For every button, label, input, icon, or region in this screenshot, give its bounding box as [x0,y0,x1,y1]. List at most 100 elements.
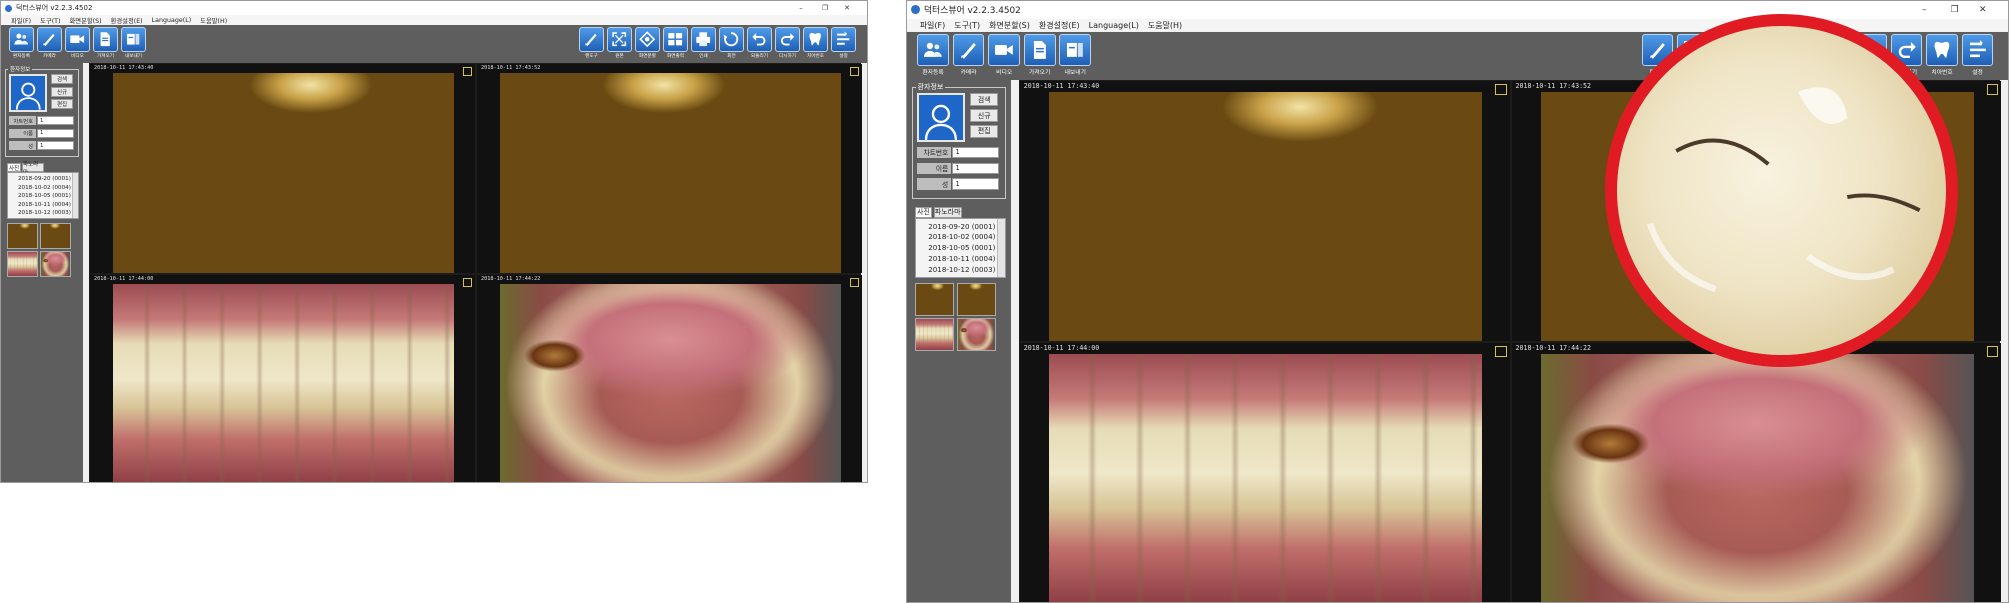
list-item[interactable]: 2018-10-02 (0004) [928,232,1005,243]
tab-panorama[interactable]: 파노라마 [22,162,44,176]
toolbar-button-video[interactable]: 비디오 [988,34,1021,76]
photo-thumbnail[interactable] [7,251,38,277]
menu-item[interactable]: 파일(F) [920,20,946,31]
selection-marker[interactable] [850,277,859,287]
viewer-cell[interactable]: 2018-10-11 17:44:22 [1511,342,2002,602]
photo-thumbnail[interactable] [7,223,38,249]
toolbar-button-patient[interactable]: 환자등록 [917,34,949,76]
photo-thumbnail[interactable] [914,318,954,352]
toolbar-button-tooth[interactable]: 치아번호 [1926,34,1958,76]
list-item[interactable]: 2018-10-12 (0003) [928,265,1005,276]
maximize-button[interactable]: ❐ [1945,1,1965,19]
menu-item[interactable]: 도구(T) [954,20,980,31]
patient-info-group: 환자정보 검색 신규 편집 차트번호 1 이름 1 성 1 [5,65,79,157]
toolbar-button-patient[interactable]: 환자등록 [9,27,34,59]
new-patient-button[interactable]: 신규 [51,86,73,97]
patient-field-input[interactable]: 1 [37,116,74,125]
photo-thumbnail[interactable] [914,282,954,316]
toolbar-button-pen[interactable]: 카메라 [37,27,62,59]
selection-marker[interactable] [463,67,472,76]
close-button[interactable]: ✕ [839,1,855,15]
toolbar-button-settings[interactable]: 설정 [1961,34,1994,76]
viewer-cell[interactable]: 2018-10-11 17:44:22 [477,274,862,482]
toolbar-button-grid[interactable]: 화면출력 [663,27,688,59]
edit-patient-button[interactable]: 편집 [51,99,73,109]
photo-thumbnail[interactable] [40,251,71,277]
menu-item[interactable]: 도움말(H) [200,16,227,25]
toolbar-button-tooth[interactable]: 치아번호 [803,27,828,59]
toolbar-button-pen[interactable]: 카메라 [952,34,985,77]
tab-panorama[interactable]: 파노라마 [933,206,962,219]
patient-field-input[interactable]: 1 [952,178,1000,190]
menu-item[interactable]: Language(L) [152,17,192,24]
minimize-button[interactable]: – [793,1,809,15]
patient-field-input[interactable]: 1 [37,141,74,150]
list-item[interactable]: 2018-10-11 (0004) [18,201,78,210]
tab-photos[interactable]: 사진 [7,163,21,172]
toolbar-button-pen[interactable]: 펜도구 [579,27,604,59]
toolbar-button-settings[interactable]: 설정 [831,27,856,59]
toolbar-button-fullscreen[interactable]: 원본 [607,27,632,59]
menu-item[interactable]: 환경설정(E) [111,16,143,25]
list-item[interactable]: 2018-09-20 (0001) [928,222,1005,233]
toolbar-button-split[interactable]: 화면분할 [635,27,660,59]
menu-item[interactable]: 파일(F) [11,16,31,25]
selection-marker[interactable] [463,277,472,287]
new-patient-button[interactable]: 신규 [970,109,999,122]
toolbar-button-print[interactable]: 인쇄 [691,27,716,59]
magnifier-lens[interactable] [1605,14,1958,367]
list-item[interactable]: 2018-10-12 (0003) [18,209,78,218]
list-item[interactable]: 2018-10-11 (0004) [928,254,1005,265]
viewer-cell[interactable]: 2018-10-11 17:43:40 [90,64,475,273]
menu-item[interactable]: 환경설정(E) [1039,20,1080,31]
toolbar-button-video[interactable]: 비디오 [65,27,90,59]
toolbar-button-label: 설정 [839,54,848,59]
photo-timestamp: 2018-10-11 17:44:22 [481,275,541,282]
list-item[interactable]: 2018-10-02 (0004) [18,184,78,193]
menu-item[interactable]: 도움말(H) [1148,20,1182,31]
visit-date-list[interactable]: 2018-09-20 (0001) 2018-10-02 (0004) 2018-1… [914,218,1006,278]
menu-item[interactable]: Language(L) [1089,21,1139,30]
title-bar[interactable]: 덕터스뷰어 v2.2.3.4502 – ❐ ✕ [907,1,2008,19]
title-bar[interactable]: 덕터스뷰어 v2.2.3.4502 – ❐ ✕ [1,1,867,15]
patient-field-input[interactable]: 1 [952,146,1000,159]
viewer-cell[interactable]: 2018-10-11 17:44:00 [90,274,475,482]
menu-item[interactable]: 도구(T) [40,16,60,25]
visit-date-list[interactable]: 2018-09-20 (0001) 2018-10-02 (0004) 2018-1… [7,172,79,219]
toolbar-button-redo[interactable]: 다시하기 [775,27,800,59]
patient-field-input[interactable]: 1 [37,128,74,138]
close-button[interactable]: ✕ [1973,1,1993,19]
selection-marker[interactable] [1986,345,1999,358]
viewer-cell[interactable]: 2018-10-11 17:43:40 [1019,80,1510,341]
photo-thumbnail[interactable] [956,282,996,316]
selection-marker[interactable] [1495,83,1507,96]
list-item[interactable]: 2018-09-20 (0001) [18,175,78,184]
selection-marker[interactable] [850,67,859,76]
toolbar-button-export[interactable]: 내보내기 [1059,34,1092,76]
menu-item[interactable]: 화면분할(S) [69,16,101,25]
edit-patient-button[interactable]: 편집 [970,125,999,138]
search-button[interactable]: 검색 [51,74,73,84]
selection-marker[interactable] [1495,345,1507,358]
list-scrollbar[interactable] [72,173,78,218]
tab-photos[interactable]: 사진 [914,206,933,219]
search-button[interactable]: 검색 [970,93,999,107]
viewer-cell[interactable]: 2018-10-11 17:44:00 [1019,342,1510,602]
viewer-cell[interactable]: 2018-10-11 17:43:52 [477,64,862,273]
list-item[interactable]: 2018-10-05 (0001) [928,243,1005,254]
toolbar-button-undo[interactable]: 되돌리기 [747,27,772,59]
toolbar-button-export[interactable]: 내보내기 [121,27,146,59]
toolbar-button-rotate[interactable]: 회전 [719,27,744,59]
minimize-button[interactable]: – [1914,1,1934,19]
selection-marker[interactable] [1986,83,1999,96]
photo-thumbnail[interactable] [40,223,71,249]
toolbar-button-label: 카메라 [960,70,977,77]
photo-thumbnail[interactable] [956,318,996,352]
toolbar-button-import[interactable]: 가져오기 [93,27,118,59]
list-scrollbar[interactable] [997,219,1005,277]
patient-field-input[interactable]: 1 [952,162,1000,174]
toolbar-button-import[interactable]: 가져오기 [1023,34,1056,76]
maximize-button[interactable]: ❐ [817,1,833,15]
list-item[interactable]: 2018-10-05 (0001) [18,192,78,201]
menu-item[interactable]: 화면분할(S) [989,20,1030,31]
